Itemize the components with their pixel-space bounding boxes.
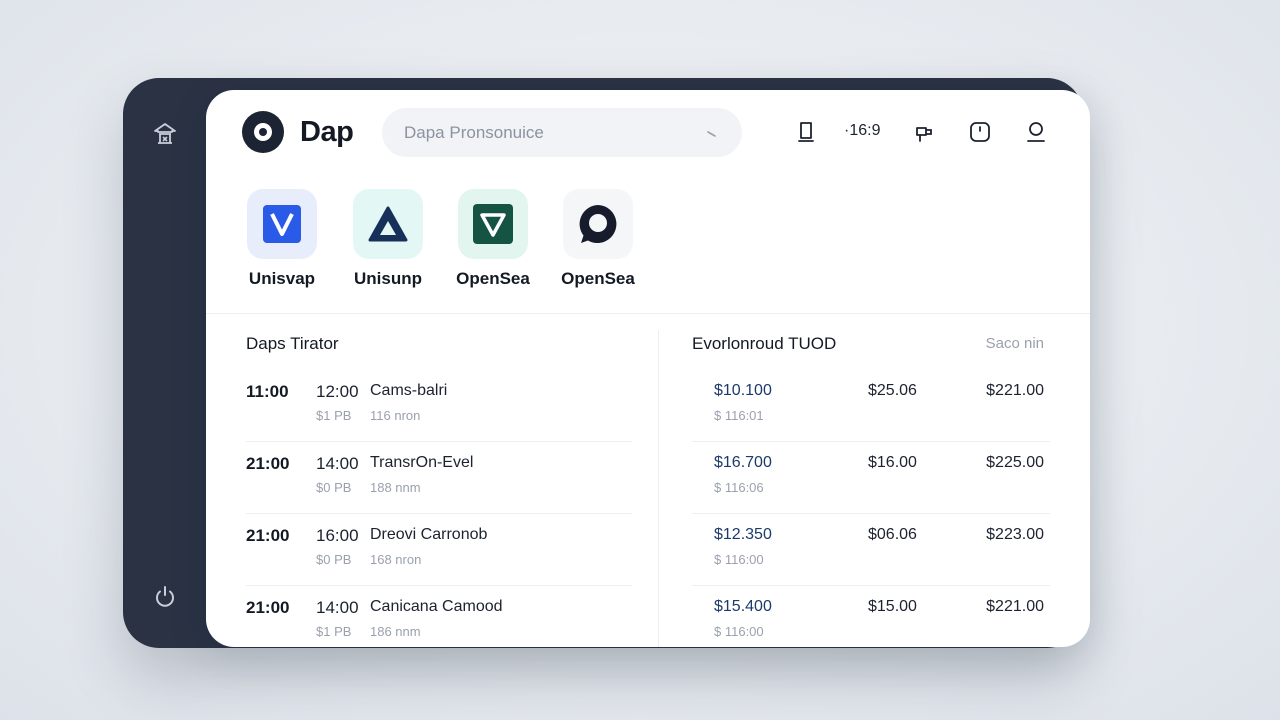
device-icon[interactable] [794, 120, 818, 144]
main-card: Dap ·16:9 [206, 90, 1090, 647]
price-change: $15.00 [868, 598, 917, 615]
price-secondary: $ 116:00 [714, 552, 764, 567]
price-change: $16.00 [868, 454, 917, 471]
start-time: 21:00 [246, 454, 290, 473]
price-primary: $10.100 [714, 382, 772, 399]
list-item[interactable]: 11:00 12:00 Cams-balri $1 PB 116 nron [246, 370, 632, 442]
event-detail: 168 nron [370, 552, 422, 567]
app-tile-label: OpenSea [456, 269, 530, 288]
app-tile-unisunp[interactable]: Unisunp [343, 189, 433, 289]
price-change: $25.06 [868, 382, 917, 399]
price-total: $221.00 [986, 598, 1044, 615]
list-item[interactable]: 21:00 14:00 Canicana Camood $1 PB 186 nn… [246, 586, 632, 647]
end-time: 14:00 [316, 598, 359, 617]
event-fee: $1 PB [316, 624, 352, 639]
app-tile-opensea-2[interactable]: OpenSea [553, 189, 643, 289]
app-tile-label: Unisvap [248, 269, 316, 288]
right-panel-title: Evorlonroud TUOD [692, 334, 837, 353]
price-secondary: $ 116:06 [714, 480, 764, 495]
wallet-icon[interactable] [968, 120, 992, 144]
price-total: $223.00 [986, 526, 1044, 543]
app-tile-opensea[interactable]: OpenSea [448, 189, 538, 289]
table-row[interactable]: $10.100 $ 116:01 $25.06 $221.00 [692, 370, 1050, 442]
list-item[interactable]: 21:00 14:00 TransrOn-Evel $0 PB 188 nnm [246, 442, 632, 514]
zoom-indicator[interactable]: ·16:9 [844, 122, 880, 140]
column-divider [658, 330, 659, 647]
triangle-logo-icon [353, 189, 423, 259]
power-icon[interactable] [151, 582, 179, 610]
app-tile-label: Unisunp [354, 269, 422, 288]
app-tile-uniswap[interactable]: Unisvap [237, 189, 327, 289]
price-total: $221.00 [986, 382, 1044, 399]
search-input[interactable] [404, 122, 704, 143]
price-primary: $15.400 [714, 598, 772, 615]
event-name: TransrOn-Evel [370, 454, 474, 471]
price-secondary: $ 116:01 [714, 408, 764, 423]
event-detail: 116 nron [370, 408, 421, 423]
price-change: $06.06 [868, 526, 917, 543]
app-logo-icon[interactable] [242, 111, 284, 153]
left-panel-title: Daps Tirator [246, 334, 339, 353]
start-time: 11:00 [246, 382, 289, 401]
end-time: 16:00 [316, 526, 359, 545]
event-name: Dreovi Carronob [370, 526, 488, 543]
down-triangle-logo-icon [458, 189, 528, 259]
table-row[interactable]: $12.350 $ 116:00 $06.06 $223.00 [692, 514, 1050, 586]
start-time: 21:00 [246, 526, 290, 545]
event-name: Cams-balri [370, 382, 448, 399]
event-detail: 188 nnm [370, 480, 421, 495]
end-time: 12:00 [316, 382, 359, 401]
v-logo-icon [247, 189, 317, 259]
app-title: Dap [300, 116, 354, 148]
event-fee: $0 PB [316, 480, 352, 495]
table-row[interactable]: $16.700 $ 116:06 $16.00 $225.00 [692, 442, 1050, 514]
chat-bubble-logo-icon [563, 189, 633, 259]
price-primary: $12.350 [714, 526, 772, 543]
start-time: 21:00 [246, 598, 290, 617]
search-bar[interactable] [382, 108, 742, 157]
notification-icon[interactable] [912, 120, 936, 144]
event-name: Canicana Camood [370, 598, 503, 615]
event-fee: $0 PB [316, 552, 352, 567]
end-time: 14:00 [316, 454, 359, 473]
price-primary: $16.700 [714, 454, 772, 471]
event-detail: 186 nnm [370, 624, 421, 639]
home-icon[interactable] [151, 120, 179, 148]
app-tile-label: OpenSea [561, 269, 635, 288]
search-icon[interactable] [704, 125, 720, 141]
right-panel-sort[interactable]: Saco nin [986, 335, 1044, 352]
section-divider [206, 313, 1090, 314]
user-icon[interactable] [1024, 120, 1048, 144]
event-fee: $1 PB [316, 408, 352, 423]
table-row[interactable]: $15.400 $ 116:00 $15.00 $221.00 [692, 586, 1050, 647]
price-total: $225.00 [986, 454, 1044, 471]
price-secondary: $ 116:00 [714, 624, 764, 639]
list-item[interactable]: 21:00 16:00 Dreovi Carronob $0 PB 168 nr… [246, 514, 632, 586]
